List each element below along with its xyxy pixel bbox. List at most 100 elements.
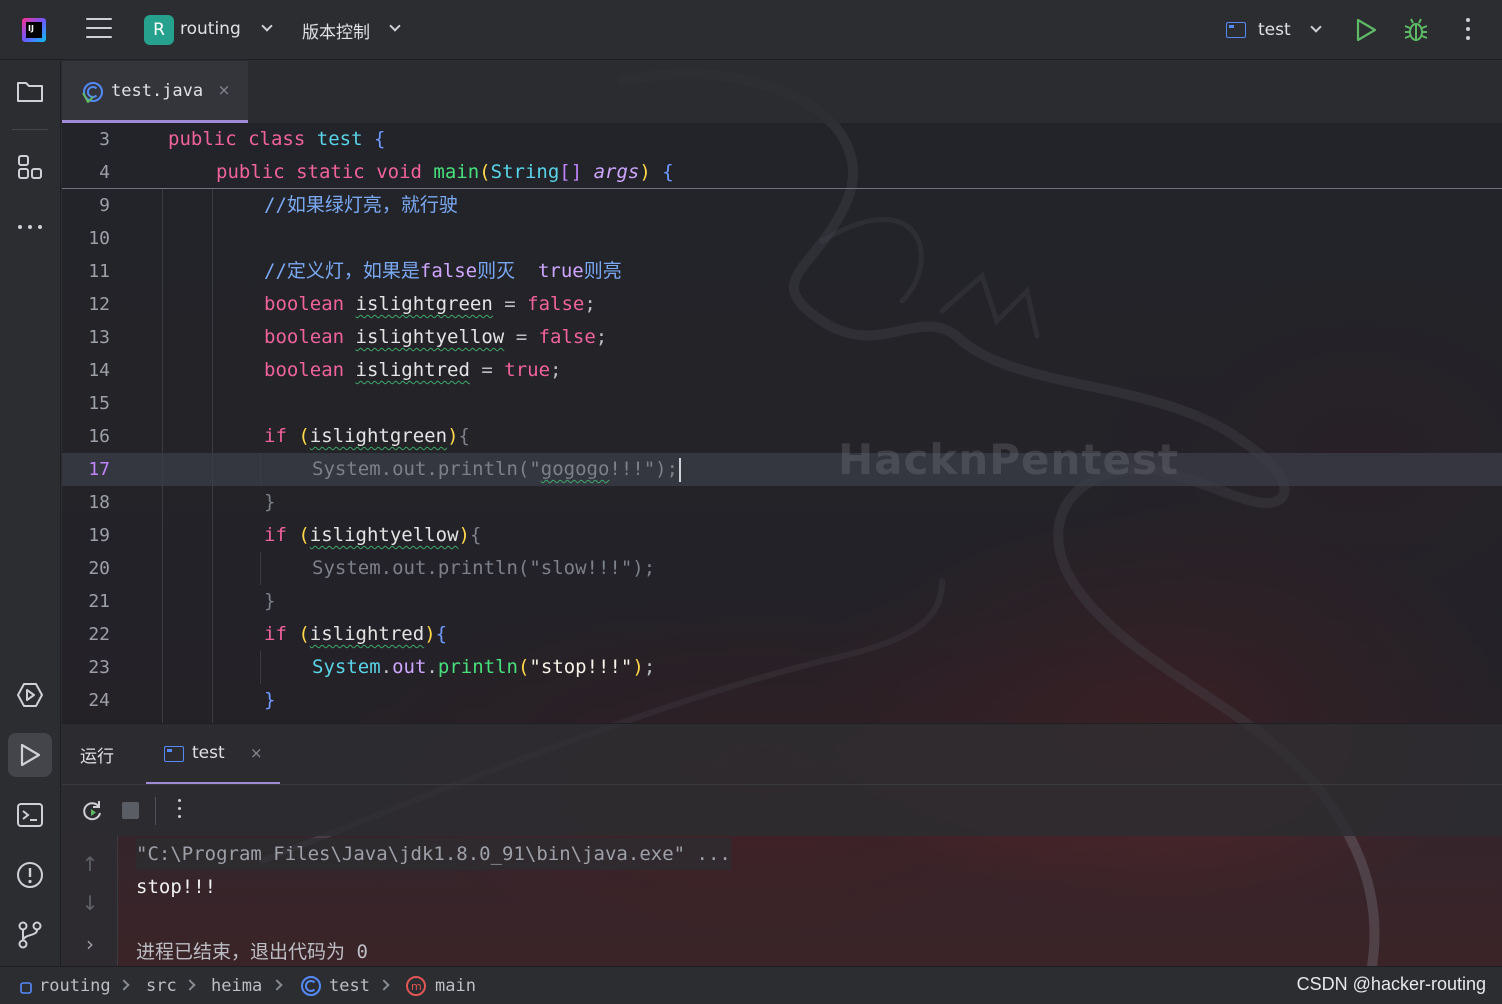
text-caret — [679, 457, 682, 482]
run-tab-test[interactable]: test × — [146, 724, 280, 785]
code-line: 4 public static void main(String[] args)… — [62, 156, 1502, 189]
keyword: void — [376, 161, 422, 183]
keyword: if — [264, 623, 287, 645]
brace: } — [264, 590, 276, 612]
vcs-menu[interactable]: 版本控制 — [302, 18, 370, 43]
line-number: 14 — [88, 360, 110, 381]
debug-icon[interactable] — [1404, 17, 1428, 43]
project-selector[interactable]: routing — [180, 19, 241, 39]
problems-tool-button[interactable] — [8, 853, 52, 897]
breadcrumb-package[interactable]: heima — [211, 976, 262, 996]
statement: System.out.println("gogogo!!!"); — [312, 453, 682, 486]
literal: false — [527, 293, 585, 315]
structure-icon — [18, 155, 42, 179]
run-config-name: test — [1258, 20, 1291, 40]
comment: //如果绿灯亮，就行驶 — [264, 194, 458, 216]
stop-icon[interactable] — [122, 802, 139, 819]
breadcrumb-project[interactable]: routing — [39, 976, 111, 996]
left-tool-strip — [0, 61, 61, 966]
arrow-up-icon[interactable]: ↑ — [80, 852, 100, 876]
statement: System.out.println("slow!!!"); — [312, 557, 656, 579]
code-line: 11 //定义灯，如果是false则灭 true则亮 — [62, 255, 1502, 288]
structure-tool-button[interactable] — [8, 145, 52, 189]
console-output-line: stop!!! — [136, 876, 217, 898]
line-number: 13 — [88, 327, 110, 348]
class-name: test — [316, 128, 363, 150]
run-tool-button[interactable] — [8, 733, 52, 777]
run-icon[interactable] — [1355, 18, 1377, 42]
chevron-down-icon[interactable] — [1310, 21, 1322, 33]
module-icon — [20, 982, 32, 994]
run-panel-title: 运行 — [80, 747, 114, 767]
terminal-tool-button[interactable] — [8, 793, 52, 837]
tab-test-java[interactable]: test.java × — [62, 61, 248, 123]
toolbar-separator — [155, 797, 156, 825]
console-exit-line: 进程已结束，退出代码为 0 — [136, 941, 368, 963]
line-number: 18 — [88, 492, 110, 513]
code-line: 19 if (islightyellow){ — [62, 519, 1502, 552]
breadcrumb-class[interactable]: test — [329, 976, 370, 996]
code-line: 22 if (islightred){ — [62, 618, 1502, 651]
parameter-name: args — [593, 161, 640, 183]
run-header: 运行 test × — [62, 723, 1502, 785]
close-icon[interactable]: × — [216, 82, 232, 98]
chevron-down-icon[interactable] — [261, 20, 273, 32]
line-number: 22 — [88, 624, 110, 645]
close-icon[interactable]: × — [250, 744, 263, 762]
project-badge[interactable]: R — [144, 15, 174, 45]
code-line: 24 } — [62, 684, 1502, 717]
terminal-icon — [17, 803, 43, 827]
keyword: boolean — [264, 359, 345, 381]
java-class-icon — [82, 82, 103, 103]
git-tool-button[interactable] — [8, 913, 52, 957]
tab-label: test.java — [111, 81, 204, 101]
breadcrumb-src[interactable]: src — [146, 976, 177, 996]
wallpaper-watermark: HacknPentest — [838, 435, 1180, 484]
run-icon — [20, 743, 41, 767]
console-output[interactable]: "C:\Program Files\Java\jdk1.8.0_91\bin\j… — [118, 836, 1502, 966]
line-number: 3 — [99, 129, 110, 150]
tool-separator — [12, 129, 48, 130]
type-name: String — [490, 161, 560, 183]
condition-variable: islightyellow — [309, 524, 459, 546]
run-config-selector[interactable]: test — [1226, 20, 1322, 40]
variable-name: islightyellow — [355, 326, 505, 348]
code-editor[interactable]: 3 public class test { 4 public static vo… — [62, 123, 1502, 723]
arrow-down-icon[interactable]: ↓ — [80, 891, 100, 915]
run-toolbar — [62, 784, 1502, 836]
run-tab-label: test — [192, 743, 225, 763]
project-tool-button[interactable] — [8, 69, 52, 113]
brace: } — [264, 491, 276, 513]
line-number: 11 — [88, 261, 110, 282]
keyword: boolean — [264, 293, 345, 315]
code-line: 13 boolean islightyellow = false; — [62, 321, 1502, 354]
keyword: class — [248, 128, 306, 150]
keyword: public — [168, 128, 237, 150]
condition-variable: islightred — [309, 623, 425, 645]
chevron-right-icon[interactable]: › — [80, 932, 100, 956]
services-tool-button[interactable] — [8, 673, 52, 717]
intellij-logo-icon[interactable]: IJ — [22, 18, 46, 42]
svg-text:m: m — [411, 980, 422, 993]
ellipsis-icon — [18, 225, 42, 229]
more-options-icon[interactable] — [1458, 18, 1478, 42]
more-tools-button[interactable] — [8, 205, 52, 249]
code-line: 15 — [62, 387, 1502, 420]
more-options-icon[interactable] — [174, 799, 184, 823]
line-number: 4 — [99, 162, 110, 183]
rerun-icon[interactable] — [80, 799, 104, 823]
literal: false — [538, 326, 596, 348]
breadcrumb-method[interactable]: main — [435, 976, 476, 996]
main-menu-icon[interactable] — [86, 18, 112, 40]
title-bar: IJ R routing 版本控制 test — [0, 0, 1502, 60]
line-number: 20 — [88, 558, 110, 579]
field-name: out — [392, 656, 427, 678]
class-name: System — [312, 656, 381, 678]
code-line: 23 System.out.println("stop!!!"); — [62, 651, 1502, 684]
method-name: main — [433, 161, 480, 183]
folder-icon — [17, 82, 43, 102]
line-number: 10 — [88, 228, 110, 249]
chevron-down-icon[interactable] — [389, 20, 401, 32]
services-icon — [17, 683, 43, 707]
keyword: boolean — [264, 326, 345, 348]
